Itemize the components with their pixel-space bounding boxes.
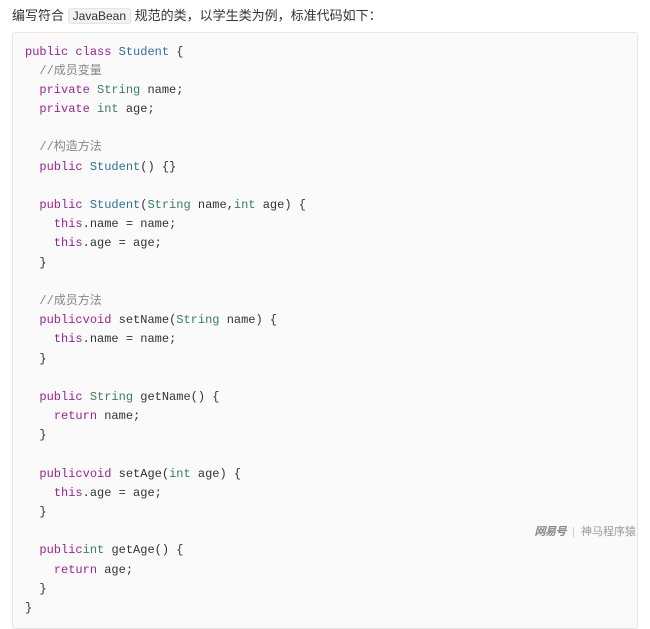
keyword: void <box>83 313 112 327</box>
keyword: public <box>39 390 82 404</box>
identifier: age <box>133 236 155 250</box>
method-name: setAge <box>119 467 162 481</box>
keyword: public <box>39 467 82 481</box>
keyword: this <box>54 236 83 250</box>
type: String <box>97 83 140 97</box>
keyword: public <box>39 198 82 212</box>
footer-watermark: 网易号 | 神马程序猿 <box>535 523 636 539</box>
method-name: getName <box>140 390 190 404</box>
type: String <box>90 390 133 404</box>
keyword: public <box>39 160 82 174</box>
footer-author: 神马程序猿 <box>581 526 636 538</box>
type: int <box>169 467 191 481</box>
keyword: this <box>54 332 83 346</box>
identifier: age <box>263 198 285 212</box>
identifier: name <box>140 332 169 346</box>
identifier: name <box>90 332 119 346</box>
type: int <box>83 543 105 557</box>
identifier: age <box>198 467 220 481</box>
keyword: private <box>39 102 89 116</box>
keyword: public <box>39 543 82 557</box>
keyword: public <box>39 313 82 327</box>
identifier: age <box>133 486 155 500</box>
identifier: name <box>147 83 176 97</box>
keyword: return <box>54 409 97 423</box>
identifier: name <box>140 217 169 231</box>
keyword: class <box>75 45 111 59</box>
code-block: public class Student { //成员变量 private St… <box>12 32 638 629</box>
identifier: name <box>227 313 256 327</box>
class-name: Student <box>90 160 140 174</box>
comment: //成员方法 <box>39 294 101 308</box>
keyword: return <box>54 563 97 577</box>
footer-separator: | <box>572 526 575 538</box>
footer-brand: 网易号 <box>535 526 567 538</box>
keyword: void <box>83 467 112 481</box>
identifier: name <box>104 409 133 423</box>
identifier: age <box>126 102 148 116</box>
javabean-badge: JavaBean <box>68 8 131 24</box>
comment: //构造方法 <box>39 140 101 154</box>
identifier: age <box>104 563 126 577</box>
type: int <box>234 198 256 212</box>
intro-text: 编写符合 JavaBean 规范的类，以学生类为例，标准代码如下： <box>0 0 650 30</box>
class-name: Student <box>90 198 140 212</box>
type: String <box>176 313 219 327</box>
keyword: private <box>39 83 89 97</box>
method-name: setName <box>119 313 169 327</box>
intro-prefix: 编写符合 <box>12 8 64 23</box>
keyword: public <box>25 45 68 59</box>
type: int <box>97 102 119 116</box>
type: String <box>147 198 190 212</box>
method-name: getAge <box>111 543 154 557</box>
identifier: age <box>90 486 112 500</box>
intro-suffix: 规范的类，以学生类为例，标准代码如下： <box>135 8 382 23</box>
comment: //成员变量 <box>39 64 101 78</box>
identifier: age <box>90 236 112 250</box>
keyword: this <box>54 486 83 500</box>
class-name: Student <box>119 45 169 59</box>
keyword: this <box>54 217 83 231</box>
identifier: name <box>198 198 227 212</box>
identifier: name <box>90 217 119 231</box>
